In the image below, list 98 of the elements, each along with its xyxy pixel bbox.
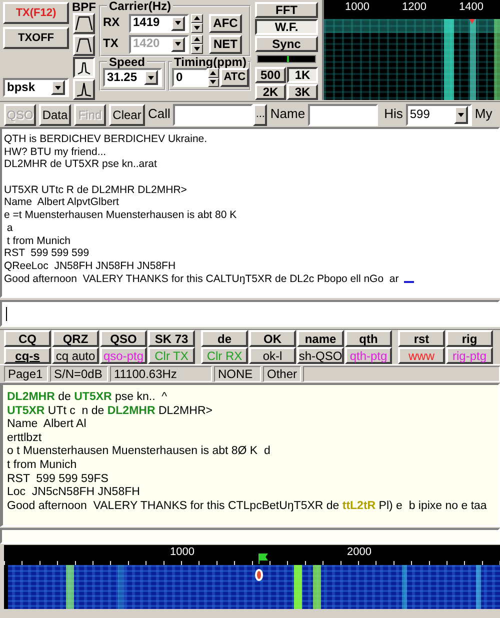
spin-button[interactable] — [191, 34, 203, 54]
up-arrow-icon — [194, 37, 200, 42]
text-line: e =t Muensterhausen Muensterhausen is abt 80 K — [4, 209, 238, 222]
text-line: t from Munich — [6, 234, 72, 248]
span-button[interactable]: 1K — [287, 67, 318, 83]
caret-icon — [175, 42, 181, 46]
macro-button[interactable]: rig — [446, 330, 493, 347]
span-button[interactable]: 2K — [255, 84, 286, 100]
display-mode-button[interactable]: FFT — [255, 2, 318, 18]
text-line: DL2MHR de UT5XR pse kn.. ^ — [7, 391, 168, 405]
caret-icon — [55, 86, 61, 90]
status-field: S/N=0dB — [50, 366, 108, 382]
filter-shape-icon — [75, 37, 93, 54]
display-mode-button[interactable]: W.F. — [255, 19, 318, 35]
call-field[interactable] — [173, 104, 254, 126]
toolbar-button[interactable]: Clear — [109, 104, 145, 126]
bpf-label: BPF — [72, 2, 96, 12]
macro-button[interactable]: sh-QSO — [297, 347, 344, 364]
caret-icon — [175, 21, 181, 25]
text-line: a — [6, 222, 14, 234]
his-label: His — [384, 107, 403, 122]
text-line: Name Albert AlpvtGlbert — [4, 196, 120, 210]
macro-button[interactable]: QRZ — [52, 330, 99, 347]
span-button[interactable]: 3K — [287, 84, 318, 100]
text-line: t from Munich — [7, 458, 78, 473]
rx-label: RX — [103, 16, 121, 30]
txoff-button[interactable]: TXOFF — [3, 27, 69, 49]
scale-label: 1000 — [345, 1, 370, 14]
macro-button[interactable]: QSO — [100, 330, 147, 347]
down-arrow-icon — [210, 80, 216, 84]
macro-button[interactable]: cq auto — [52, 347, 99, 364]
macro-button[interactable]: OK — [249, 330, 296, 347]
spin-button[interactable] — [208, 68, 220, 87]
atc-button[interactable]: ATC — [220, 68, 249, 87]
text-line: Good afternoon VALERY THANKS for this CALTUŋT5XR de DL2c Pbopo ell nGo ar — [4, 272, 496, 286]
name-label: Name — [270, 107, 306, 122]
spin-button[interactable] — [191, 14, 203, 32]
carrier-label: Carrier(Hz) — [108, 0, 172, 12]
scale-label: 1200 — [402, 1, 426, 14]
speed-dropdown[interactable]: 31.25 — [103, 68, 162, 87]
flag-icon — [258, 553, 268, 564]
timing-label: Timing(ppm) — [173, 56, 248, 68]
text-line: DL2MHR de UT5XR pse kn..arat — [4, 158, 158, 172]
carrier-marker-icon — [255, 569, 263, 581]
status-field: Other — [263, 366, 302, 382]
text-line: o t Muensterhausen Muensterhausen is abt 8Ø K d — [7, 445, 272, 459]
scale-label: 2000 — [347, 546, 372, 559]
mode-dropdown[interactable]: bpsk — [3, 78, 69, 97]
filter-shape-icon — [75, 81, 93, 98]
text-line: Name Albert Al — [7, 418, 88, 432]
net-button[interactable]: NET — [209, 34, 242, 54]
text-line: Good afternoon VALERY THANKS for this CTLpcBetUŋT5XR de ttL2tR Pl) e b ipixe no e taa — [7, 500, 488, 514]
my-label: My — [474, 107, 492, 122]
display-mode-button[interactable]: Sync — [255, 36, 318, 52]
macro-button[interactable]: cq-s — [4, 347, 51, 364]
timing-field[interactable]: 0 — [172, 68, 208, 87]
macro-button[interactable]: de — [201, 330, 248, 347]
status-field: Page1 — [4, 366, 48, 382]
macro-button[interactable]: qth — [345, 330, 392, 347]
text-line: Loc JN5cN58FH JN58FH — [7, 486, 141, 500]
text-line: HW? BTU my friend... — [4, 146, 108, 158]
toolbar-button[interactable]: Data — [39, 104, 71, 126]
call-label: Call — [148, 107, 170, 122]
macro-button[interactable]: rst — [398, 330, 445, 347]
afc-button[interactable]: AFC — [209, 14, 242, 32]
tx-label: TX — [103, 37, 120, 51]
scale-label: 1400 — [459, 1, 484, 14]
caret-icon — [458, 112, 464, 116]
marker-icon — [469, 19, 475, 24]
browse-button[interactable]: ... — [253, 104, 268, 126]
span-button[interactable]: 500 — [255, 67, 286, 83]
macro-button[interactable]: CQ — [4, 330, 51, 347]
text-line: RST 599 599 599 — [4, 247, 90, 260]
his-report-dropdown[interactable]: 599 — [406, 104, 472, 126]
input-field[interactable] — [0, 528, 500, 544]
rx-frequency-dropdown[interactable]: 1419 — [129, 14, 189, 32]
text-line: erttlbzt — [7, 432, 43, 446]
text-line: QTH is BERDICHEV BERDICHEV Ukraine. — [4, 133, 208, 146]
filter-shape-icon — [75, 15, 93, 32]
down-arrow-icon — [194, 46, 200, 51]
transmit-field[interactable] — [0, 300, 500, 327]
down-arrow-icon — [194, 26, 200, 30]
text-line: UT5XR UTtc R de DL2MHR DL2MHR> — [4, 184, 188, 196]
caret-icon — [148, 76, 154, 80]
speed-label: Speed — [108, 56, 146, 68]
scale-label: 1000 — [170, 546, 194, 559]
macro-button[interactable]: SK 73 — [148, 330, 195, 347]
text-line: QReeLoc JN58FH JN58FH JN58FH — [4, 260, 177, 273]
name-field[interactable] — [308, 104, 378, 126]
macro-button[interactable]: name — [297, 330, 344, 347]
status-field: 11100.63Hz — [110, 366, 212, 382]
filter-button[interactable] — [73, 57, 95, 78]
up-arrow-icon — [194, 16, 200, 20]
macro-button[interactable]: ok-l — [249, 347, 296, 364]
up-arrow-icon — [210, 70, 216, 75]
status-field: NONE — [214, 366, 261, 382]
text-line: UT5XR UTt c n de DL2MHR DL2MHR> — [7, 404, 214, 418]
text-line: RST 599 599 59FS — [7, 472, 110, 486]
